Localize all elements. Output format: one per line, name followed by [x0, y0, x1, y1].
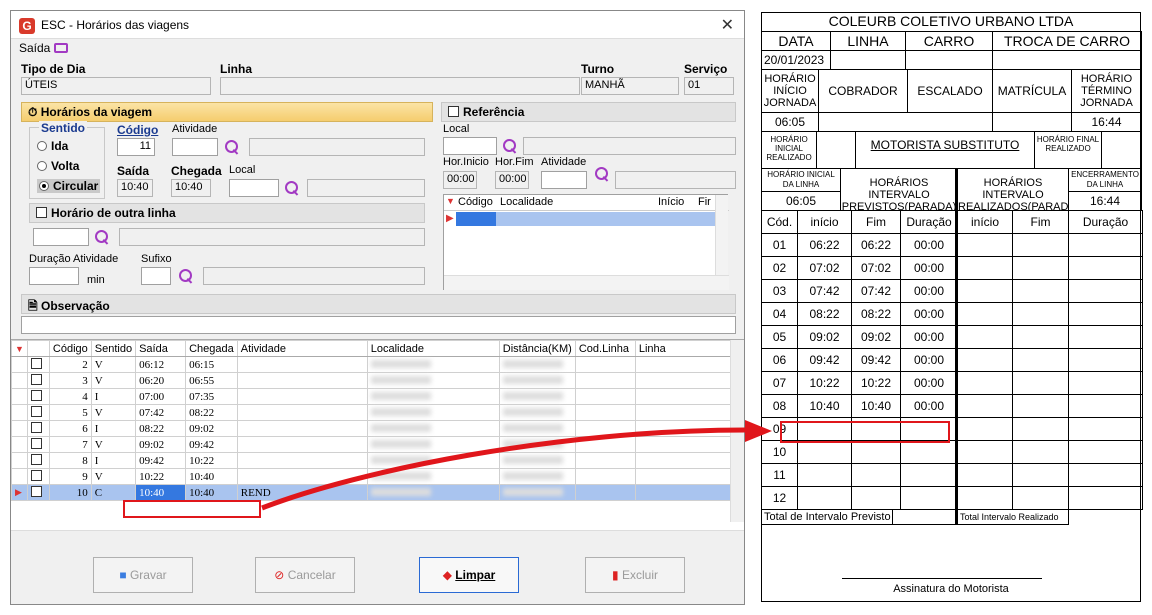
annotation-arrow-icon: [261, 420, 772, 511]
